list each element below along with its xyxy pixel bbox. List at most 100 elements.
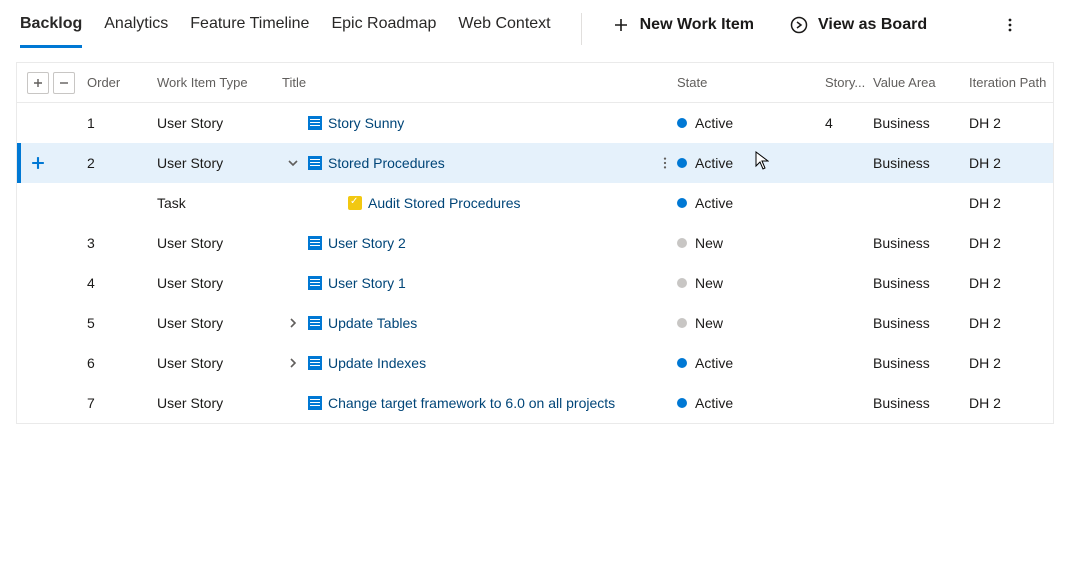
title-cell: Update Tables (282, 315, 677, 331)
state-dot-icon (677, 278, 687, 288)
tab-backlog[interactable]: Backlog (20, 11, 82, 48)
iteration-cell: DH 2 (969, 155, 1053, 171)
state-dot-icon (677, 398, 687, 408)
table-row[interactable]: 5User StoryUpdate TablesNewBusinessDH 2 (17, 303, 1053, 343)
title-cell: Update Indexes (282, 355, 677, 371)
top-bar: Backlog Analytics Feature Timeline Epic … (0, 0, 1070, 48)
task-icon (348, 196, 362, 210)
iteration-cell: DH 2 (969, 315, 1053, 331)
state-dot-icon (677, 358, 687, 368)
arrow-circle-icon (790, 16, 808, 34)
work-item-title-link[interactable]: Change target framework to 6.0 on all pr… (328, 395, 615, 411)
view-as-board-label: View as Board (818, 16, 927, 34)
work-item-title-link[interactable]: Audit Stored Procedures (368, 195, 521, 211)
title-cell: Change target framework to 6.0 on all pr… (282, 395, 677, 411)
collapse-all-button[interactable] (53, 72, 75, 94)
title-cell: Audit Stored Procedures (282, 195, 677, 211)
user-story-icon (308, 356, 322, 370)
type-cell: User Story (157, 395, 282, 411)
tab-feature-timeline[interactable]: Feature Timeline (190, 11, 309, 48)
backlog-grid: Order Work Item Type Title State Story..… (16, 62, 1054, 424)
tab-analytics[interactable]: Analytics (104, 11, 168, 48)
row-more-button[interactable] (655, 153, 675, 173)
state-label: Active (695, 155, 733, 171)
table-row[interactable]: 7User Story Change target framework to 6.… (17, 383, 1053, 423)
col-header-iteration[interactable]: Iteration Path (969, 75, 1053, 90)
value-area-cell: Business (873, 115, 969, 131)
grid-header-row: Order Work Item Type Title State Story..… (17, 63, 1053, 103)
work-item-title-link[interactable]: Stored Procedures (328, 155, 445, 171)
value-area-cell: Business (873, 235, 969, 251)
value-area-cell: Business (873, 395, 969, 411)
state-cell: Active (677, 195, 825, 211)
new-work-item-button[interactable]: New Work Item (612, 12, 754, 46)
order-cell: 4 (87, 275, 157, 291)
expand-all-button[interactable] (27, 72, 49, 94)
iteration-cell: DH 2 (969, 195, 1053, 211)
iteration-cell: DH 2 (969, 395, 1053, 411)
table-row[interactable]: Task Audit Stored Procedures Active DH 2 (17, 183, 1053, 223)
work-item-title-link[interactable]: Update Tables (328, 315, 417, 331)
tab-web-context[interactable]: Web Context (458, 11, 550, 48)
table-row[interactable]: 3User Story User Story 2 New BusinessDH 2 (17, 223, 1053, 263)
table-row[interactable]: 2User StoryStored ProceduresActiveBusine… (17, 143, 1053, 183)
separator (581, 13, 582, 45)
story-points-cell: 4 (825, 115, 873, 131)
state-cell: New (677, 235, 825, 251)
value-area-cell: Business (873, 275, 969, 291)
value-area-cell: Business (873, 155, 969, 171)
add-child-button[interactable] (27, 152, 49, 174)
table-row[interactable]: 4User StoryUser Story 1NewBusinessDH 2 (17, 263, 1053, 303)
state-dot-icon (677, 238, 687, 248)
iteration-cell: DH 2 (969, 115, 1053, 131)
col-header-type[interactable]: Work Item Type (157, 75, 282, 90)
state-label: New (695, 235, 723, 251)
order-cell: 7 (87, 395, 157, 411)
view-as-board-button[interactable]: View as Board (790, 12, 927, 46)
chevron-down-icon[interactable] (282, 157, 304, 169)
work-item-title-link[interactable]: User Story 1 (328, 275, 406, 291)
order-cell: 3 (87, 235, 157, 251)
type-cell: User Story (157, 315, 282, 331)
type-cell: Task (157, 195, 282, 211)
work-item-title-link[interactable]: User Story 2 (328, 235, 406, 251)
state-cell: New (677, 315, 825, 331)
state-cell: Active (677, 355, 825, 371)
table-row[interactable]: 6User StoryUpdate IndexesActiveBusinessD… (17, 343, 1053, 383)
work-item-title-link[interactable]: Update Indexes (328, 355, 426, 371)
iteration-cell: DH 2 (969, 235, 1053, 251)
view-tabs: Backlog Analytics Feature Timeline Epic … (20, 11, 551, 48)
state-cell: Active (677, 155, 825, 171)
user-story-icon (308, 276, 322, 290)
user-story-icon (308, 236, 322, 250)
order-cell: 2 (87, 155, 157, 171)
col-header-value-area[interactable]: Value Area (873, 75, 969, 90)
state-dot-icon (677, 198, 687, 208)
tab-epic-roadmap[interactable]: Epic Roadmap (331, 11, 436, 48)
type-cell: User Story (157, 355, 282, 371)
title-cell: User Story 2 (282, 235, 677, 251)
state-cell: New (677, 275, 825, 291)
user-story-icon (308, 396, 322, 410)
col-header-order[interactable]: Order (87, 75, 157, 90)
table-row[interactable]: 1User StoryStory SunnyActive4BusinessDH … (17, 103, 1053, 143)
iteration-cell: DH 2 (969, 355, 1053, 371)
new-work-item-label: New Work Item (640, 16, 754, 34)
col-header-story-points[interactable]: Story... (825, 75, 873, 90)
state-cell: Active (677, 395, 825, 411)
state-cell: Active (677, 115, 825, 131)
state-dot-icon (677, 158, 687, 168)
title-cell: Stored Procedures (282, 155, 677, 171)
type-cell: User Story (157, 235, 282, 251)
more-actions-button[interactable] (1000, 19, 1020, 39)
type-cell: User Story (157, 275, 282, 291)
col-header-title[interactable]: Title (282, 75, 677, 90)
chevron-right-icon[interactable] (282, 357, 304, 369)
chevron-right-icon[interactable] (282, 317, 304, 329)
col-header-state[interactable]: State (677, 75, 825, 90)
state-label: Active (695, 195, 733, 211)
title-cell: User Story 1 (282, 275, 677, 291)
state-dot-icon (677, 318, 687, 328)
state-label: Active (695, 355, 733, 371)
work-item-title-link[interactable]: Story Sunny (328, 115, 404, 131)
